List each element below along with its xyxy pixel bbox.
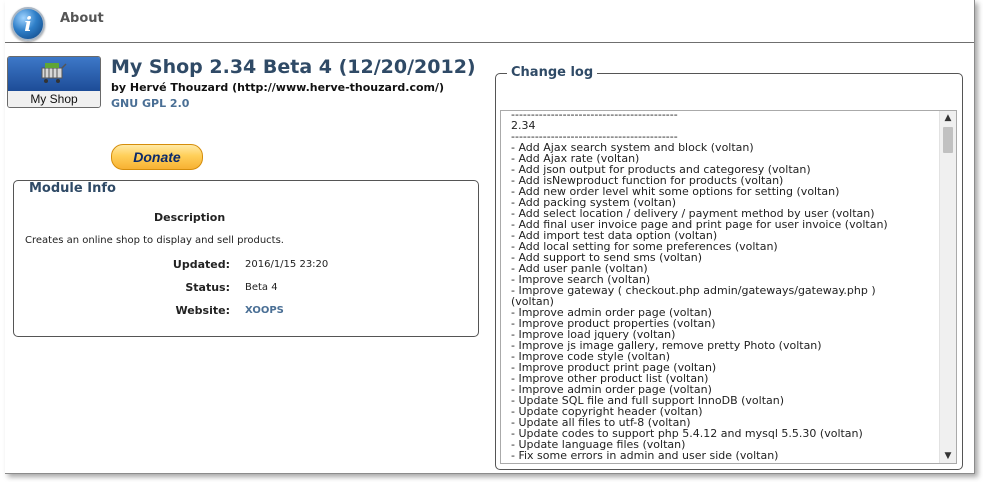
website-label: Website: [175,304,230,317]
logo-banner [8,57,100,91]
description-heading: Description [154,211,226,224]
page-title: About [60,11,104,26]
updated-label: Updated: [172,258,230,271]
donate-button[interactable]: Donate [111,144,203,170]
status-label: Status: [185,281,230,294]
scroll-down-arrow-icon[interactable]: ▼ [940,449,956,463]
module-title: My Shop 2.34 Beta 4 (12/20/2012) [111,56,476,78]
description-text: Creates an online shop to display and se… [25,235,284,246]
updated-value: 2016/1/15 23:20 [245,259,329,270]
scrollbar-thumb[interactable] [943,127,953,153]
scroll-up-arrow-icon[interactable]: ▲ [940,111,956,125]
module-logo: My Shop [7,56,101,108]
module-info-legend: Module Info [25,181,120,196]
changelog-scrollbar[interactable]: ▲ ▼ [939,111,956,463]
changelog-text: ----------------------------------------… [511,110,888,462]
logo-label: My Shop [8,91,100,107]
status-value: Beta 4 [245,282,278,293]
changelog-textarea[interactable]: ----------------------------------------… [500,110,957,464]
website-link[interactable]: XOOPS [245,305,284,316]
changelog-legend: Change log [507,65,598,80]
info-icon: i [11,7,45,41]
shopping-cart-icon [41,63,67,83]
module-license: GNU GPL 2.0 [111,97,190,110]
module-author: by Hervé Thouzard (http://www.herve-thou… [111,81,445,94]
page-header: i About [5,0,974,43]
